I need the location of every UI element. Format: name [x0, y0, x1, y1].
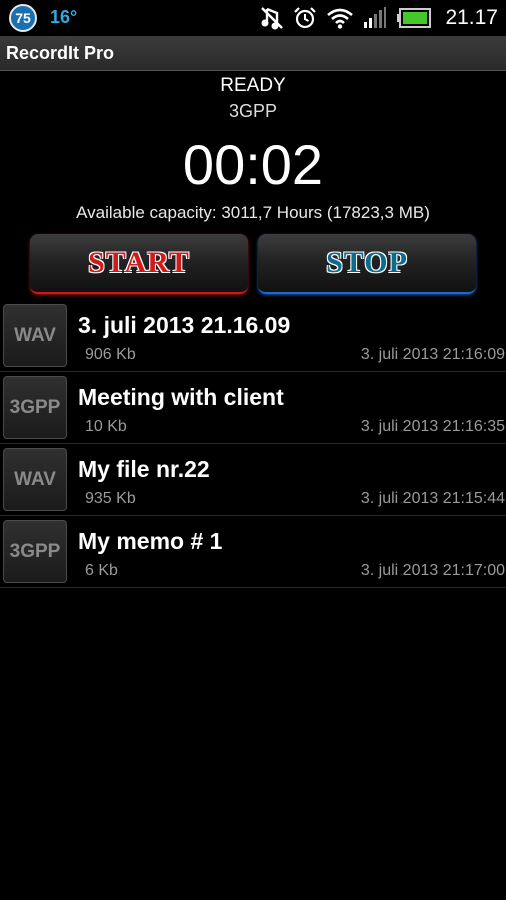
file-type-icon: WAV [3, 448, 67, 511]
app-title-bar: RecordIt Pro [0, 36, 506, 71]
app-title: RecordIt Pro [6, 43, 115, 63]
recording-format: 3GPP [228, 101, 278, 121]
mute-icon [261, 6, 284, 30]
list-item[interactable]: WAV 3. juli 2013 21.16.09 906 Kb 3. juli… [0, 300, 506, 372]
status-time: 21.17 [445, 6, 498, 29]
start-button[interactable]: START [30, 234, 248, 294]
file-type-icon: WAV [3, 304, 67, 367]
signal-icon [363, 7, 387, 29]
temperature-text: 16° [50, 7, 78, 27]
list-item[interactable]: 3GPP Meeting with client 10 Kb 3. juli 2… [0, 372, 506, 444]
notification-badge: 75 [9, 4, 37, 32]
wifi-icon [327, 7, 354, 29]
recording-size: 906 Kb [85, 346, 136, 363]
recording-name: My file nr.22 [78, 456, 210, 482]
recording-name: Meeting with client [78, 384, 284, 410]
battery-icon [397, 8, 432, 28]
recorder-state: READY [220, 75, 286, 96]
recording-name: My memo # 1 [78, 528, 223, 554]
stop-button[interactable]: STOP [258, 234, 476, 294]
list-item[interactable]: WAV My file nr.22 935 Kb 3. juli 2013 21… [0, 444, 506, 516]
recording-date: 3. juli 2013 21:16:35 [360, 418, 505, 435]
recording-size: 6 Kb [85, 562, 118, 579]
list-item[interactable]: 3GPP My memo # 1 6 Kb 3. juli 2013 21:17… [0, 516, 506, 588]
recording-size: 935 Kb [85, 490, 136, 507]
start-button-label: START [88, 246, 190, 279]
recording-size: 10 Kb [85, 418, 127, 435]
file-type-icon: 3GPP [3, 520, 67, 583]
recording-date: 3. juli 2013 21:17:00 [360, 562, 505, 579]
status-bar: 75 16° 21.17 [0, 0, 506, 36]
recording-date: 3. juli 2013 21:15:44 [360, 490, 505, 507]
recording-date: 3. juli 2013 21:16:09 [360, 346, 505, 363]
alarm-icon [293, 6, 317, 30]
file-type-icon: 3GPP [3, 376, 67, 439]
available-capacity: Available capacity: 3011,7 Hours (17823,… [76, 203, 430, 222]
recording-name: 3. juli 2013 21.16.09 [78, 312, 291, 338]
recordings-list: WAV 3. juli 2013 21.16.09 906 Kb 3. juli… [0, 300, 506, 588]
recording-timer: 00:02 [182, 133, 324, 196]
stop-button-label: STOP [326, 246, 408, 279]
